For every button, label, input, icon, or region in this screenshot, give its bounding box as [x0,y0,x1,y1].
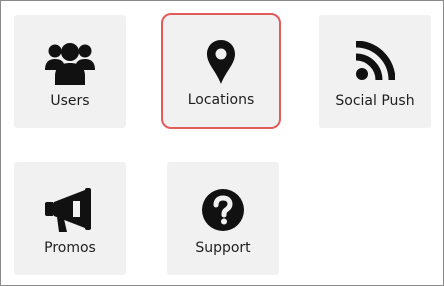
users-label: Users [50,93,90,109]
rss-icon [355,41,395,81]
social-push-tile[interactable]: Social Push [319,15,431,128]
locations-tile[interactable]: Locations [161,13,281,129]
map-pin-icon [207,40,235,84]
social-push-label: Social Push [335,93,415,109]
users-icon [45,43,95,85]
promos-label: Promos [44,240,96,256]
support-label: Support [195,240,251,256]
megaphone-icon [45,188,91,232]
app-menu-panel: Users Locations Social Push Promos Suppo… [0,0,444,286]
locations-label: Locations [187,92,255,108]
promos-tile[interactable]: Promos [14,162,126,275]
users-tile[interactable]: Users [14,15,126,128]
support-tile[interactable]: Support [167,162,279,275]
question-circle-icon [202,189,244,231]
